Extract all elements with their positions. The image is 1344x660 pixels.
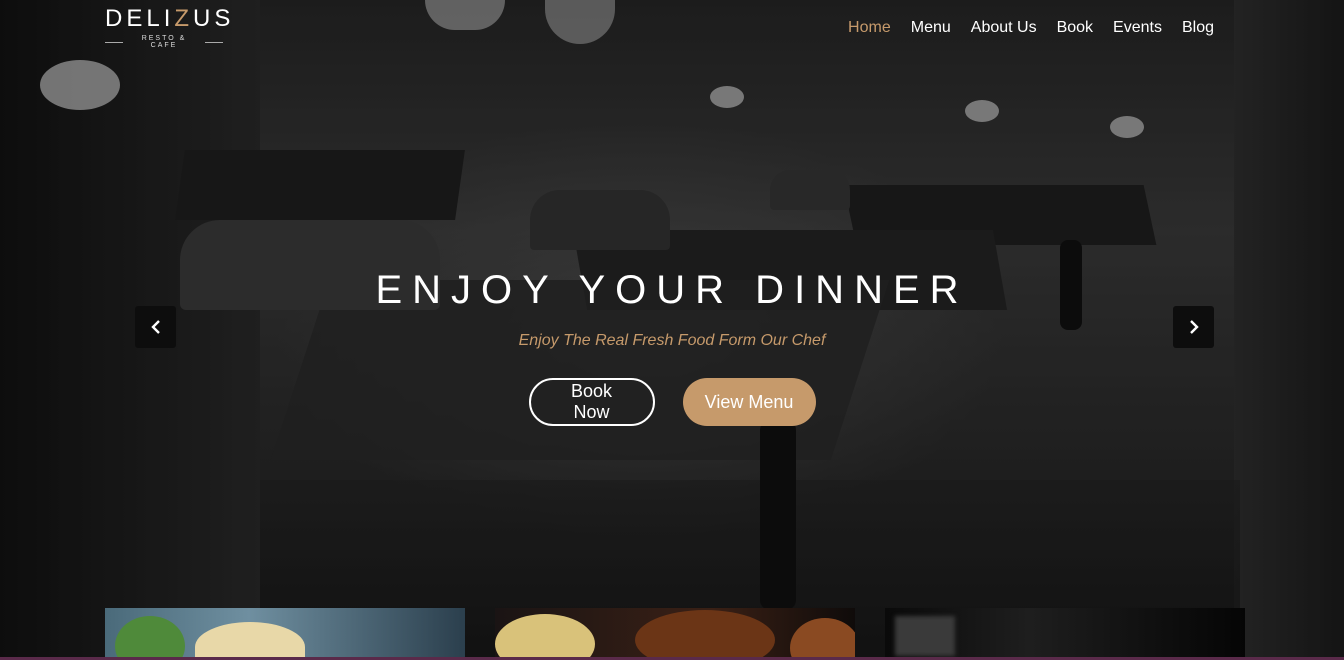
nav-item-about-us[interactable]: About Us <box>971 18 1037 38</box>
feature-card-image[interactable] <box>885 608 1245 660</box>
hero-subtitle: Enjoy The Real Fresh Food Form Our Chef <box>518 332 826 349</box>
food-image-pie <box>635 610 775 660</box>
logo-name: DELIZUS <box>105 5 235 32</box>
hero-background <box>0 0 1344 660</box>
feature-card-image[interactable] <box>105 608 465 660</box>
logo-tagline-row: RESTO & CAFE <box>105 35 224 49</box>
hero-title: ENJOY YOUR DINNER <box>375 268 969 312</box>
blurred-image <box>895 616 955 656</box>
view-menu-button[interactable]: View Menu <box>682 378 816 426</box>
nav-item-blog[interactable]: Blog <box>1182 18 1214 38</box>
nav-item-events[interactable]: Events <box>1113 18 1162 38</box>
logo-divider <box>204 41 224 43</box>
main-nav: Home Menu About Us Book Events Blog <box>848 18 1214 38</box>
nav-item-book[interactable]: Book <box>1057 18 1093 38</box>
hero-buttons: Book Now View Menu <box>0 378 1344 426</box>
feature-card-image[interactable] <box>495 608 855 660</box>
logo-tagline: RESTO & CAFE <box>141 35 187 49</box>
hero-overlay <box>0 0 1344 660</box>
food-image-bowl <box>790 618 855 660</box>
food-image-lettuce <box>115 616 185 660</box>
food-image-bun <box>195 622 305 660</box>
logo-divider <box>105 41 124 43</box>
book-now-button[interactable]: Book Now <box>528 378 655 426</box>
nav-item-home[interactable]: Home <box>848 18 891 38</box>
food-image-dish <box>495 614 595 660</box>
logo[interactable]: DELIZUS RESTO & CAFE <box>105 5 235 49</box>
nav-item-menu[interactable]: Menu <box>911 18 951 38</box>
